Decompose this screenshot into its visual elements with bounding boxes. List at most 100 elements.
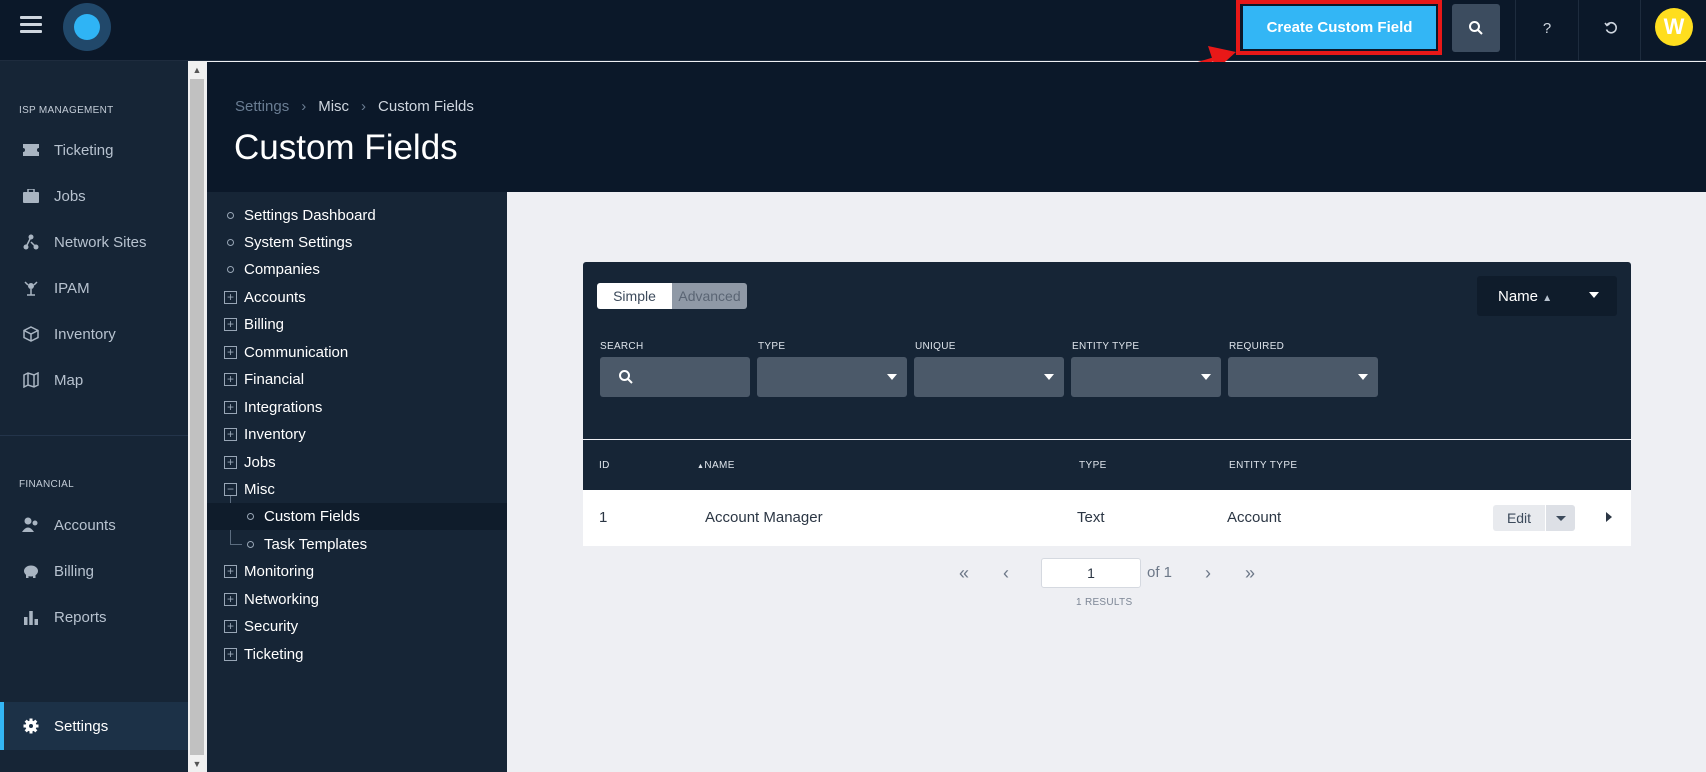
users-icon — [22, 516, 40, 534]
simple-mode-button[interactable]: Simple — [597, 283, 672, 309]
next-page-button[interactable]: › — [1198, 558, 1218, 588]
search-input[interactable] — [600, 357, 750, 397]
subnav-item-jobs[interactable]: + Jobs — [207, 449, 507, 476]
first-page-button[interactable]: « — [952, 558, 976, 588]
subnav-item-financial[interactable]: + Financial — [207, 366, 507, 393]
subnav-item-settings-dashboard[interactable]: Settings Dashboard — [207, 202, 507, 229]
scroll-down-arrow[interactable]: ▼ — [188, 756, 206, 772]
subnav-item-security[interactable]: + Security — [207, 613, 507, 640]
last-page-button[interactable]: » — [1238, 558, 1262, 588]
expand-icon[interactable]: + — [224, 428, 237, 441]
advanced-mode-button[interactable]: Advanced — [672, 283, 747, 309]
divider — [1515, 0, 1516, 61]
sidebar-item-inventory[interactable]: Inventory — [0, 314, 188, 354]
breadcrumb-settings[interactable]: Settings — [235, 98, 289, 115]
subnav-label: Task Templates — [264, 536, 368, 553]
sidebar-item-map[interactable]: Map — [0, 360, 188, 400]
row-actions-dropdown[interactable] — [1545, 505, 1575, 531]
subnav-item-companies[interactable]: Companies — [207, 256, 507, 283]
expand-icon[interactable]: + — [224, 593, 237, 606]
sidebar-item-reports[interactable]: Reports — [0, 597, 188, 637]
expand-icon[interactable]: + — [224, 318, 237, 331]
sidebar-item-jobs[interactable]: Jobs — [0, 176, 188, 216]
network-icon — [22, 233, 40, 251]
scroll-up-arrow[interactable]: ▲ — [188, 62, 206, 78]
subnav-item-ticketing[interactable]: + Ticketing — [207, 641, 507, 668]
subnav-item-billing[interactable]: + Billing — [207, 311, 507, 338]
main-sidebar: ISP MANAGEMENT Ticketing Jobs Network Si… — [0, 61, 188, 772]
sidebar-item-billing[interactable]: Billing — [0, 551, 188, 591]
expand-icon[interactable]: + — [224, 346, 237, 359]
search-icon — [1469, 21, 1483, 35]
entity-type-select[interactable] — [1071, 357, 1221, 397]
expand-icon[interactable]: + — [224, 373, 237, 386]
breadcrumb-custom-fields: Custom Fields — [378, 98, 474, 115]
refresh-icon[interactable] — [1598, 15, 1624, 41]
table-row[interactable]: 1 Account Manager Text Account Edit — [583, 490, 1631, 546]
subnav-label: Jobs — [244, 454, 276, 471]
unique-select[interactable] — [914, 357, 1064, 397]
type-label: TYPE — [758, 341, 786, 352]
column-header-name[interactable]: ▲NAME — [697, 460, 735, 471]
expand-icon[interactable]: + — [224, 291, 237, 304]
sort-select[interactable]: Name ▲ — [1477, 276, 1617, 316]
edit-button[interactable]: Edit — [1493, 505, 1545, 531]
section-label-isp: ISP MANAGEMENT — [19, 105, 114, 116]
subnav-label: Misc — [244, 481, 275, 498]
create-custom-field-button[interactable]: Create Custom Field — [1243, 6, 1436, 49]
menu-icon[interactable] — [20, 16, 42, 34]
expand-icon[interactable]: + — [224, 456, 237, 469]
user-avatar[interactable]: W — [1655, 8, 1693, 46]
subnav-item-integrations[interactable]: + Integrations — [207, 394, 507, 421]
settings-subnav: Settings Dashboard System Settings Compa… — [207, 192, 507, 772]
bullet-icon — [247, 541, 254, 548]
page-count: of 1 — [1147, 564, 1173, 581]
subnav-item-task-templates[interactable]: Task Templates — [207, 531, 507, 558]
breadcrumb-misc[interactable]: Misc — [318, 98, 349, 115]
subnav-item-misc[interactable]: − Misc — [207, 476, 507, 503]
app-logo[interactable] — [63, 3, 111, 51]
column-header-id[interactable]: ID — [599, 460, 610, 471]
subnav-item-system-settings[interactable]: System Settings — [207, 229, 507, 256]
sidebar-scroll-thumb[interactable] — [190, 79, 204, 755]
subnav-item-communication[interactable]: + Communication — [207, 339, 507, 366]
expand-icon[interactable]: + — [224, 648, 237, 661]
bullet-icon — [227, 266, 234, 273]
subnav-label: Custom Fields — [264, 508, 360, 525]
expand-icon[interactable]: + — [224, 565, 237, 578]
subnav-item-custom-fields[interactable]: Custom Fields — [207, 503, 507, 530]
bullet-icon — [247, 513, 254, 520]
subnav-item-monitoring[interactable]: + Monitoring — [207, 558, 507, 585]
required-label: REQUIRED — [1229, 341, 1285, 352]
sidebar-item-settings[interactable]: Settings — [0, 702, 188, 750]
sidebar-item-ipam[interactable]: IPAM — [0, 268, 188, 308]
gear-icon — [22, 717, 40, 735]
subnav-label: Integrations — [244, 399, 323, 416]
ipam-icon — [22, 279, 40, 297]
sidebar-item-network-sites[interactable]: Network Sites — [0, 222, 188, 262]
column-header-entity-type[interactable]: ENTITY TYPE — [1229, 460, 1298, 471]
page-number-input[interactable]: 1 — [1041, 558, 1141, 588]
prev-page-button[interactable]: ‹ — [996, 558, 1016, 588]
subnav-item-networking[interactable]: + Networking — [207, 586, 507, 613]
expand-icon[interactable]: + — [224, 620, 237, 633]
subnav-item-inventory[interactable]: + Inventory — [207, 421, 507, 448]
sidebar-item-label: Reports — [54, 608, 107, 626]
expand-icon[interactable]: + — [224, 401, 237, 414]
box-icon — [22, 325, 40, 343]
required-select[interactable] — [1228, 357, 1378, 397]
sidebar-item-accounts[interactable]: Accounts — [0, 505, 188, 545]
global-search-button[interactable] — [1452, 4, 1500, 52]
subnav-item-accounts[interactable]: + Accounts — [207, 284, 507, 311]
sidebar-item-label: Inventory — [54, 325, 116, 343]
search-label: SEARCH — [600, 341, 644, 352]
type-select[interactable] — [757, 357, 907, 397]
column-header-type[interactable]: TYPE — [1079, 460, 1107, 471]
collapse-icon[interactable]: − — [224, 483, 237, 496]
row-actions: Edit — [1493, 505, 1575, 531]
sidebar-item-ticketing[interactable]: Ticketing — [0, 130, 188, 170]
help-icon[interactable]: ? — [1534, 15, 1560, 41]
chevron-right-icon[interactable] — [1606, 512, 1612, 522]
cell-name: Account Manager — [705, 509, 823, 526]
sidebar-item-label: Network Sites — [54, 233, 147, 251]
